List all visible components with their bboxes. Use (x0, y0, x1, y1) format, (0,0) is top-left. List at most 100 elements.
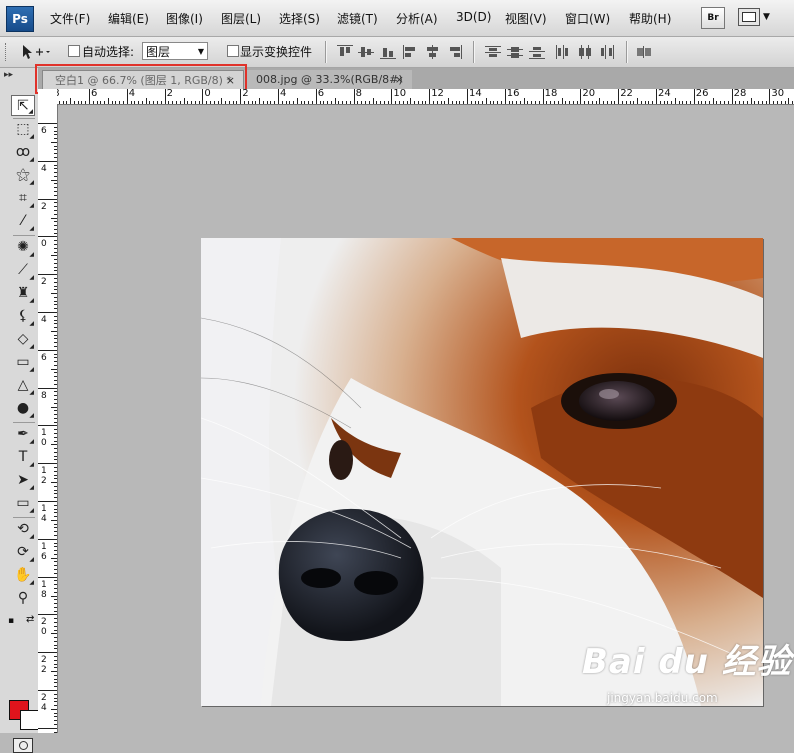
history-brush-tool-icon[interactable]: ⚸ ◢ (11, 306, 35, 327)
3d-rotate-tool-icon[interactable]: ⟲ ◢ (11, 519, 35, 540)
ruler-tick (546, 101, 548, 104)
horizontal-ruler[interactable]: 8642024681012141618202224262830 (57, 89, 794, 105)
menu-analysis[interactable]: 分析(A) (396, 10, 438, 27)
ruler-tick (96, 101, 98, 104)
ruler-tick (54, 674, 57, 676)
background-color-swatch[interactable] (20, 710, 40, 730)
ruler-origin[interactable] (38, 89, 58, 105)
ruler-tick (54, 247, 57, 249)
ruler-tick (54, 610, 57, 612)
ruler-tick (54, 168, 57, 170)
rectangle-tool-icon[interactable]: ▭ ◢ (11, 493, 35, 514)
menu-edit[interactable]: 编辑(E) (108, 10, 149, 27)
ruler-tick (54, 466, 57, 468)
blur-tool-icon[interactable]: △ ◢ (11, 375, 35, 396)
menu-help[interactable]: 帮助(H) (629, 10, 671, 27)
auto-align-layers-icon[interactable] (636, 45, 652, 59)
ruler-tick (330, 101, 332, 104)
bridge-button[interactable]: Br (701, 7, 725, 29)
ruler-tick (618, 89, 620, 104)
eraser-tool-icon[interactable]: ◇ ◢ (11, 329, 35, 350)
brush-tool-icon[interactable]: ⟋ ◢ (11, 260, 35, 281)
distribute-vcenter-icon[interactable] (507, 45, 523, 59)
ruler-tick (54, 550, 57, 552)
ruler-tick (296, 98, 298, 104)
tab-document-008[interactable]: 008.jpg @ 33.3%(RGB/8#) × (244, 70, 412, 89)
menu-window[interactable]: 窗口(W) (565, 10, 610, 27)
ruler-tick (686, 101, 688, 104)
ruler-tick (599, 98, 601, 104)
distribute-top-icon[interactable] (485, 45, 501, 59)
ruler-tick (516, 101, 518, 104)
close-icon[interactable]: × (395, 70, 404, 89)
screen-mode-icon[interactable] (738, 8, 760, 26)
align-right-icon[interactable] (447, 45, 463, 59)
photoshop-logo[interactable]: Ps (6, 6, 34, 32)
menu-3d[interactable]: 3D(D) (456, 10, 491, 24)
clone-stamp-tool-icon[interactable]: ♜ ◢ (11, 283, 35, 304)
menu-image[interactable]: 图像(I) (166, 10, 203, 27)
menu-select[interactable]: 选择(S) (279, 10, 320, 27)
ruler-tick (236, 101, 238, 104)
align-bottom-icon[interactable] (380, 45, 396, 59)
eyedropper-tool-icon[interactable]: ⁄ ◢ (11, 211, 35, 232)
distribute-right-icon[interactable] (599, 45, 615, 59)
align-hcenter-icon[interactable] (425, 45, 441, 59)
dodge-tool-icon[interactable]: ● ◢ (11, 398, 35, 419)
align-left-icon[interactable] (403, 45, 419, 59)
3d-orbit-tool-icon[interactable]: ⟳ ◢ (11, 542, 35, 563)
magic-wand-tool-icon[interactable]: ⚝ ◢ (11, 165, 35, 186)
gradient-tool-icon[interactable]: ▭ ◢ (11, 352, 35, 373)
align-top-icon[interactable] (337, 45, 353, 59)
ruler-tick (119, 101, 121, 104)
pen-tool-icon[interactable]: ✒ ◢ (11, 424, 35, 445)
ruler-tick (716, 101, 718, 104)
marquee-tool-icon[interactable]: ⬚ ◢ (11, 119, 35, 140)
chevron-down-icon[interactable]: ▼ (763, 12, 770, 22)
distribute-left-icon[interactable] (555, 45, 571, 59)
ruler-number: 12 (431, 89, 444, 99)
grip-icon[interactable] (5, 43, 8, 61)
crop-tool-icon[interactable]: ⌗ ◢ (11, 188, 35, 209)
ruler-tick (308, 101, 310, 104)
ruler-tick (130, 101, 132, 104)
ruler-number: 22 (620, 89, 633, 99)
lasso-tool-icon[interactable]: ꝏ ◢ (11, 142, 35, 163)
menu-file[interactable]: 文件(F) (50, 10, 90, 27)
type-tool-icon[interactable]: T ◢ (11, 447, 35, 468)
show-transform-checkbox[interactable] (227, 45, 239, 57)
ruler-tick (54, 618, 57, 620)
ruler-tick (304, 101, 306, 104)
tool-separator (13, 517, 35, 518)
ruler-number: 2 (166, 89, 173, 99)
default-colors-icon[interactable]: ▪ (8, 616, 14, 626)
ruler-tick (247, 101, 249, 104)
ruler-tick (54, 209, 57, 211)
ruler-tick (512, 101, 514, 104)
swap-colors-icon[interactable]: ⇄ (26, 614, 34, 625)
hand-tool-icon[interactable]: ✋ ◢ (11, 565, 35, 586)
spot-healing-tool-icon[interactable]: ✺ ◢ (11, 237, 35, 258)
quick-mask-icon[interactable] (13, 738, 33, 753)
menu-filter[interactable]: 滤镜(T) (337, 10, 378, 27)
align-vcenter-icon[interactable] (358, 45, 374, 59)
ruler-tick (572, 101, 574, 104)
ruler-tick (51, 293, 57, 295)
move-tool-icon[interactable]: ⇱ ◢ (11, 95, 35, 116)
path-selection-tool-icon[interactable]: ➤ ◢ (11, 470, 35, 491)
ruler-number: 18 (544, 89, 558, 99)
collapse-icon[interactable]: ▸▸ (4, 70, 13, 80)
menu-view[interactable]: 视图(V) (505, 10, 547, 27)
vertical-ruler[interactable]: 642024681012141618202224 (38, 104, 58, 733)
ruler-tick (54, 398, 57, 400)
ruler-tick (54, 569, 57, 571)
auto-select-dropdown[interactable]: 图层 ▼ (142, 42, 208, 60)
menu-layer[interactable]: 图层(L) (221, 10, 261, 27)
ruler-tick (157, 101, 159, 104)
ruler-tick (183, 98, 185, 104)
zoom-tool-icon[interactable]: ⚲ (11, 588, 35, 609)
distribute-hcenter-icon[interactable] (577, 45, 593, 59)
distribute-bottom-icon[interactable] (529, 45, 545, 59)
auto-select-checkbox[interactable] (68, 45, 80, 57)
tool-preset-picker[interactable] (20, 42, 50, 62)
